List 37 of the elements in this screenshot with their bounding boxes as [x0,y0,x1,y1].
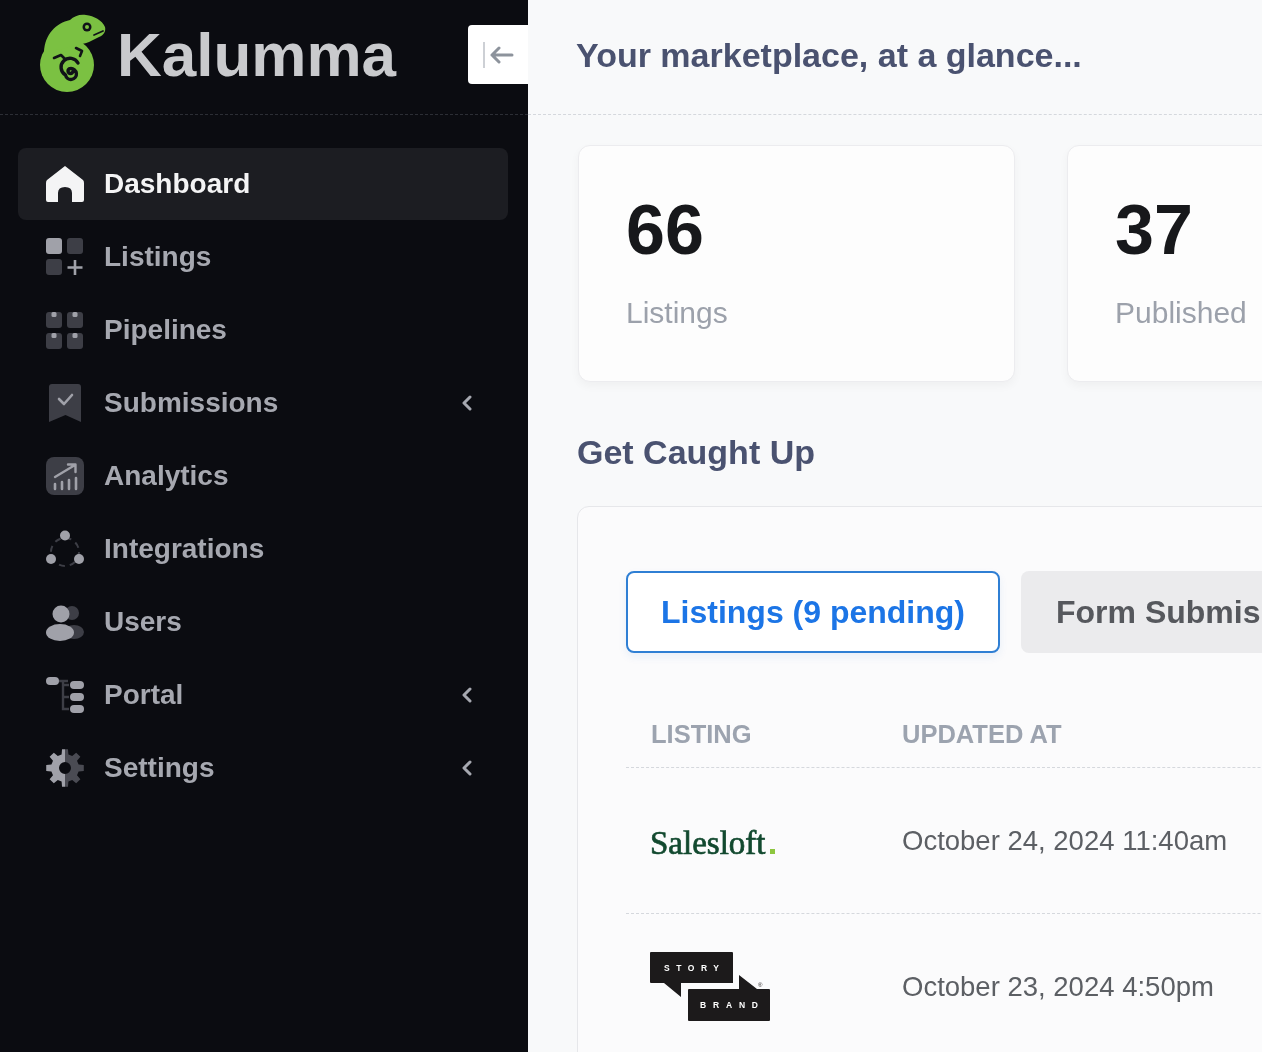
grid-plus-icon [46,238,84,276]
arrow-left-icon [482,40,514,69]
column-header: LISTING [651,719,752,748]
tab[interactable]: Listings (9 pending) [626,571,1000,653]
company-logo: Salesloft [650,824,776,857]
column-header: UPDATED AT [902,719,1062,748]
chart-icon [46,457,84,495]
stat-label: Published [1115,295,1248,331]
nav-item[interactable]: Listings [18,221,508,293]
connected-dots-icon [46,530,84,568]
nav-item[interactable]: Settings [18,732,508,804]
stat-label: Listings [626,295,729,331]
brand-name: Kalumma [117,24,397,86]
grid-icon [46,311,84,349]
chevron-left-icon [462,687,472,703]
stat-value: 37 [1115,195,1194,265]
bookmark-check-icon [46,384,84,422]
settings-icon [46,749,84,787]
nav-item[interactable]: Portal [18,659,508,731]
table-cell: October 24, 2024 11:40am [902,824,1228,857]
nav-item[interactable]: Submissions [18,367,508,439]
section-title: Get Caught Up [577,432,816,472]
tab[interactable]: Form Submis [1021,571,1262,653]
users-icon [46,603,84,641]
chevron-left-icon [462,760,472,776]
nav-item[interactable]: Pipelines [18,294,508,366]
chevron-left-icon [462,395,472,411]
nav-item[interactable]: Dashboard [18,148,508,220]
nav-item[interactable]: Analytics [18,440,508,512]
nav-item[interactable]: Users [18,586,508,658]
collapse-button[interactable] [468,25,528,84]
tree-icon [46,676,84,714]
nav-item[interactable]: Integrations [18,513,508,585]
table-cell: October 23, 2024 4:50pm [902,970,1214,1003]
home-icon [46,165,84,203]
page-title: Your marketplace, at a glance... [576,35,1082,75]
stat-value: 66 [626,195,705,265]
